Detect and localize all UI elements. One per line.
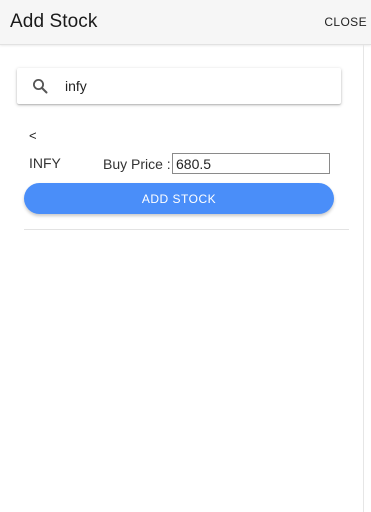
buy-price-label: Buy Price : bbox=[103, 156, 171, 172]
app-header: Add Stock CLOSE bbox=[0, 0, 371, 45]
add-stock-screen: Add Stock CLOSE < INFY Buy Price : ADD S… bbox=[0, 0, 371, 512]
search-bar bbox=[17, 68, 341, 104]
page-title: Add Stock bbox=[10, 11, 98, 32]
vertical-divider bbox=[363, 45, 364, 512]
close-button[interactable]: CLOSE bbox=[324, 15, 367, 29]
search-input[interactable] bbox=[65, 76, 325, 96]
add-stock-button[interactable]: ADD STOCK bbox=[24, 183, 334, 214]
back-chevron-button[interactable]: < bbox=[29, 128, 37, 143]
buy-price-input[interactable] bbox=[172, 153, 330, 174]
search-icon bbox=[32, 78, 48, 94]
stock-symbol: INFY bbox=[29, 155, 61, 171]
divider bbox=[24, 229, 349, 230]
